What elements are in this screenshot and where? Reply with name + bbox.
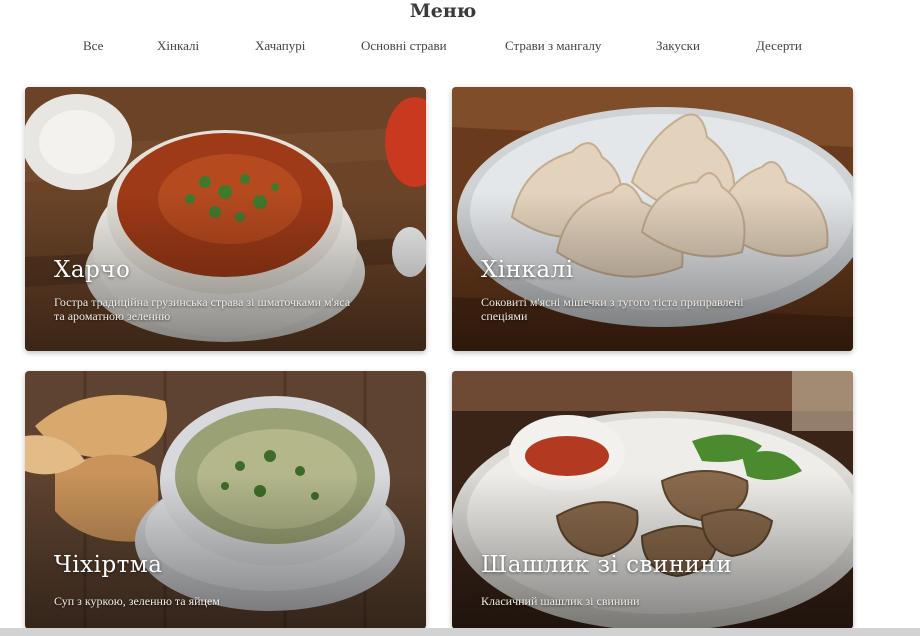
tab-grill-dishes[interactable]: Страви з мангалу: [505, 38, 601, 54]
horizontal-scrollbar[interactable]: [0, 628, 920, 636]
menu-card-pork-shashlik[interactable]: Шашлик зі свинини Класичний шашлик зі св…: [452, 371, 853, 629]
tab-main-dishes[interactable]: Основні страви: [361, 38, 447, 54]
category-tabs: Все Хінкалі Хачапурі Основні страви Стра…: [0, 38, 886, 58]
tab-khinkali[interactable]: Хінкалі: [157, 38, 199, 54]
card-description: Гостра традиційна грузинська страва зі ш…: [54, 295, 351, 323]
tab-all[interactable]: Все: [83, 38, 103, 54]
card-description: Суп з куркою, зеленню та яйцем: [54, 594, 220, 608]
card-title: Чіхіртма: [54, 552, 163, 578]
menu-card-khinkali[interactable]: Хінкалі Соковиті м'ясні мішечки з тугого…: [452, 87, 853, 351]
menu-card-kharcho[interactable]: Харчо Гостра традиційна грузинська страв…: [25, 87, 426, 351]
tab-desserts[interactable]: Десерти: [756, 38, 802, 54]
card-title: Шашлик зі свинини: [481, 552, 733, 578]
tab-khachapuri[interactable]: Хачапурі: [255, 38, 305, 54]
tab-snacks[interactable]: Закуски: [656, 38, 700, 54]
menu-page: Меню Все Хінкалі Хачапурі Основні страви…: [0, 0, 920, 636]
page-title: Меню: [409, 0, 477, 22]
card-description: Класичний шашлик зі свинини: [481, 594, 640, 608]
menu-card-chikhirtma[interactable]: Чіхіртма Суп з куркою, зеленню та яйцем: [25, 371, 426, 629]
card-title: Хінкалі: [481, 257, 574, 283]
card-description: Соковиті м'ясні мішечки з тугого тіста п…: [481, 295, 744, 323]
card-title: Харчо: [54, 257, 131, 283]
